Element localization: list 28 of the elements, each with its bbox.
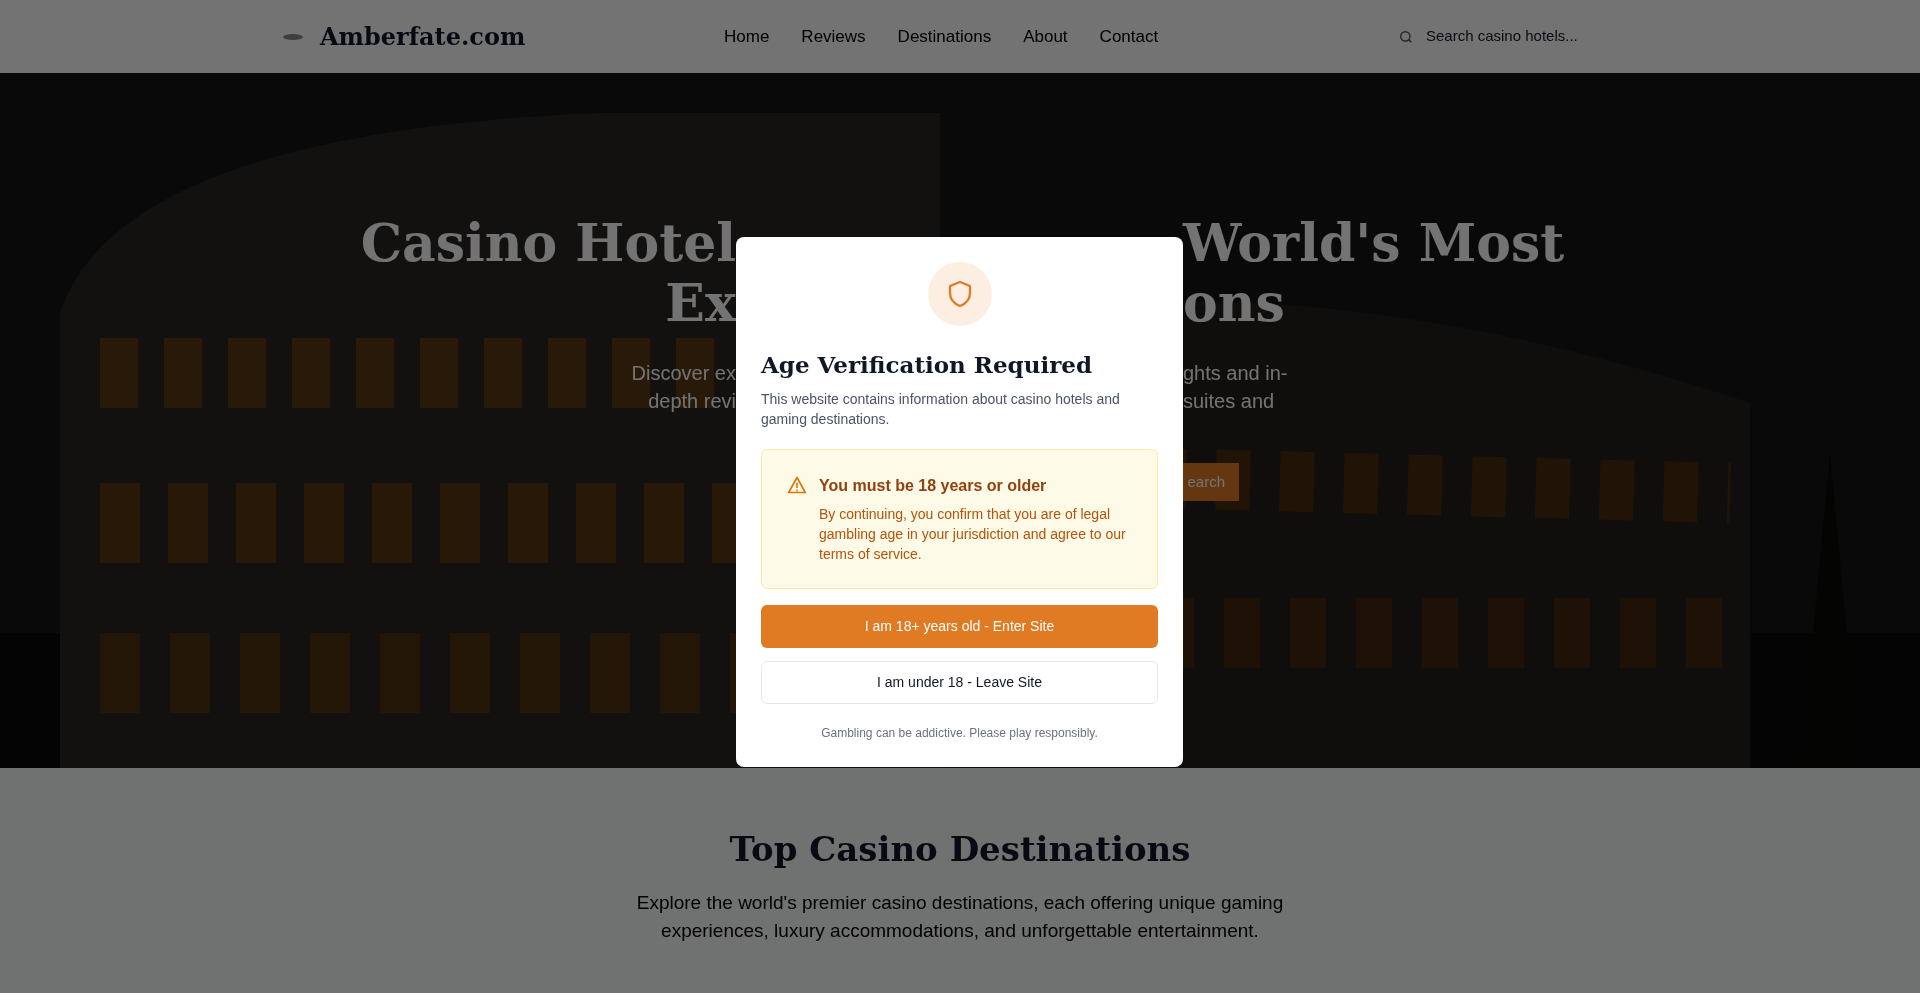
section-description: Explore the world's premier casino destinations, each offering unique gaming experiences, luxury accommodations, and unforgettable entertainment. <box>635 891 1285 943</box>
logo-icon <box>282 32 304 41</box>
section-title: Top Casino Destinations <box>729 828 1191 871</box>
hero-title: Casino Hotel <box>360 213 736 273</box>
enter-site-button[interactable]: I am 18+ years old - Enter Site <box>761 604 1158 648</box>
leave-site-button[interactable]: I am under 18 - Leave Site <box>761 660 1158 704</box>
search-field[interactable]: Search casino hotels... <box>1426 25 1626 48</box>
disclaimer-text: Gambling can be addictive. Please play responsibly. <box>820 724 1099 742</box>
search-icon <box>1398 28 1414 45</box>
hero-subtitle: ghts and in- <box>1183 361 1288 386</box>
nav-link[interactable]: Reviews <box>801 23 866 50</box>
shield-icon <box>927 262 992 326</box>
hero-title: ons <box>1183 273 1285 333</box>
modal-description: This website contains information about casino hotels and gaming destinations. <box>761 389 1121 429</box>
hero-subtitle: suites and <box>1183 389 1275 414</box>
nav-link[interactable]: Destinations <box>897 23 992 50</box>
nav-link[interactable]: About <box>1023 23 1068 50</box>
warning-title: You must be 18 years or older <box>819 475 1048 496</box>
warning-icon <box>787 474 807 495</box>
hero-title: Ex <box>665 273 736 333</box>
nav-link[interactable]: Home <box>724 23 770 50</box>
site-logo[interactable]: Amberfate.com <box>320 18 526 55</box>
hero-subtitle: depth revi <box>648 389 736 414</box>
warning-text: By continuing, you confirm that you are of legal gambling age in your jurisdiction and agree to our terms of service. <box>819 504 1127 564</box>
hero-title: World's Most <box>1183 213 1565 273</box>
modal-title: Age Verification Required <box>761 350 1093 380</box>
nav-link[interactable]: Contact <box>1099 23 1159 50</box>
hero-subtitle: Discover ex <box>631 361 736 386</box>
